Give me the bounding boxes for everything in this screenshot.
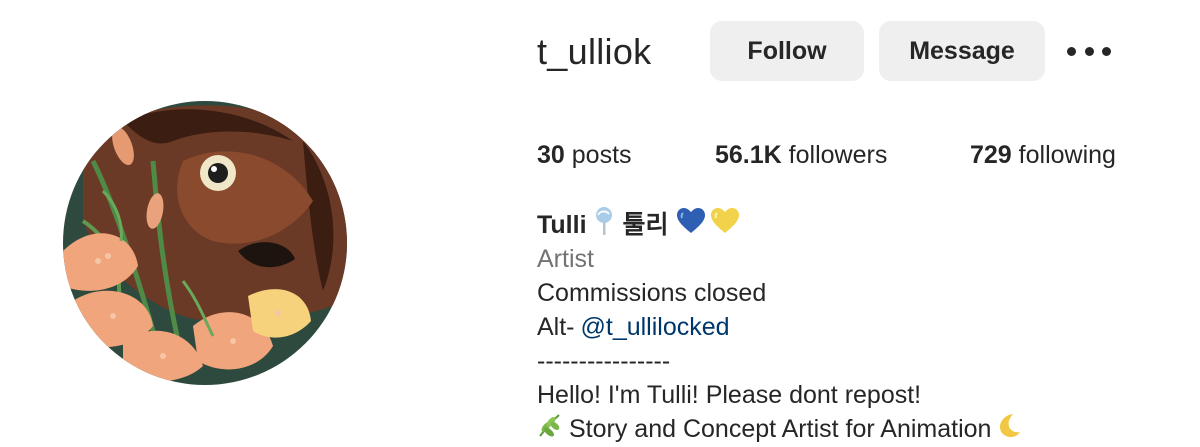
dot bbox=[1102, 46, 1111, 56]
dot bbox=[1084, 46, 1094, 56]
korean-name: 툴리 bbox=[622, 211, 669, 239]
following-number: 729 bbox=[970, 141, 1012, 169]
followers-link[interactable]: 56.1K followers bbox=[715, 140, 887, 170]
bio-divider: ---------------- bbox=[537, 347, 671, 375]
profile-username: t_ulliok bbox=[537, 31, 652, 72]
bio-role: Story and Concept Artist for Animation bbox=[569, 415, 992, 443]
following-link[interactable]: 729 following bbox=[970, 140, 1116, 170]
followers-label: followers bbox=[788, 141, 888, 169]
herb-icon bbox=[537, 412, 563, 447]
bio-alt-line: Alt- @t_ullilocked bbox=[537, 310, 1021, 344]
bio-name-line: Tulli 툴리 bbox=[537, 206, 1021, 245]
alt-prefix: Alt- bbox=[537, 313, 575, 341]
posts-label: posts bbox=[571, 141, 632, 169]
profile-avatar[interactable] bbox=[63, 101, 347, 385]
profile-bio: Tulli 툴리 Artist Commissions closed Alt- … bbox=[537, 206, 1021, 446]
posts-number: 30 bbox=[537, 141, 565, 169]
lollipop-icon bbox=[593, 206, 615, 245]
message-button[interactable]: Message bbox=[879, 21, 1045, 81]
more-options-icon[interactable] bbox=[1067, 36, 1111, 66]
bio-role-line: Story and Concept Artist for Animation bbox=[537, 412, 1021, 446]
bio-greeting: Hello! I'm Tulli! Please dont repost! bbox=[537, 381, 922, 409]
posts-count: 30 posts bbox=[537, 140, 632, 170]
yellow-heart-icon bbox=[710, 207, 739, 243]
blue-heart-icon bbox=[676, 207, 705, 243]
profile-category: Artist bbox=[537, 245, 594, 273]
following-label: following bbox=[1018, 141, 1116, 169]
bio-commissions: Commissions closed bbox=[537, 279, 767, 307]
follow-button[interactable]: Follow bbox=[710, 21, 864, 81]
crescent-moon-icon bbox=[997, 412, 1021, 447]
avatar-illustration bbox=[63, 101, 347, 385]
alt-account-link[interactable]: @t_ullilocked bbox=[581, 310, 730, 344]
display-name: Tulli bbox=[537, 211, 587, 239]
followers-number: 56.1K bbox=[715, 141, 782, 169]
dot bbox=[1067, 46, 1076, 56]
